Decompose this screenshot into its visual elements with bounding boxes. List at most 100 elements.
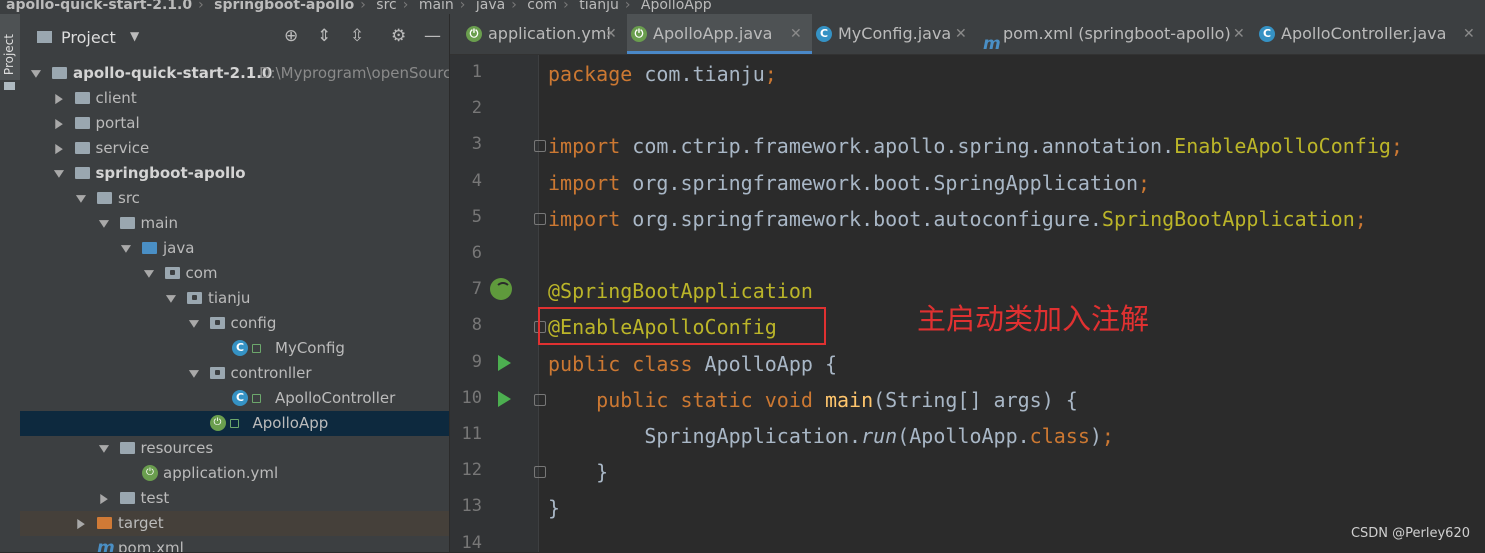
chevron-right-icon[interactable]: ▶ <box>98 484 109 514</box>
chevron-down-icon[interactable]: ▼ <box>119 237 133 260</box>
close-icon[interactable]: ✕ <box>955 14 967 54</box>
tree-item[interactable]: ▼ main <box>20 211 449 236</box>
project-tool-window-tab[interactable]: Project <box>0 14 20 80</box>
close-icon[interactable]: ✕ <box>1233 14 1245 54</box>
tree-item-label: apollo-quick-start-2.1.0 <box>73 64 273 82</box>
fold-marker-icon[interactable] <box>534 212 546 225</box>
close-icon[interactable]: ✕ <box>605 14 617 54</box>
tree-item[interactable]: ▼ tianju <box>20 286 449 311</box>
breadcrumb-item[interactable]: java <box>476 0 505 12</box>
collapse-all-icon[interactable]: ⇳ <box>350 26 364 46</box>
tree-item[interactable]: ▼ com <box>20 261 449 286</box>
tree-item[interactable]: ▶ service <box>20 136 449 161</box>
lock-icon <box>252 344 261 353</box>
chevron-down-icon[interactable]: ▼ <box>186 362 200 385</box>
line-number: 4 <box>471 170 482 191</box>
breadcrumb-item[interactable]: apollo-quick-start-2.1.0 <box>6 0 192 12</box>
editor-tab[interactable]: C ApolloController.java ✕ <box>1255 14 1485 54</box>
tab-label: application.yml <box>488 24 611 43</box>
code-line: package com.tianju; <box>548 56 777 92</box>
folder-icon <box>74 142 90 154</box>
expand-all-icon[interactable]: ⇕ <box>317 26 331 46</box>
tree-item-label: springboot-apollo <box>95 164 246 182</box>
chevron-down-icon[interactable]: ▼ <box>164 287 178 310</box>
project-view-selector[interactable]: Project <box>61 28 116 47</box>
run-icon[interactable] <box>498 354 511 371</box>
tree-item[interactable]: C ApolloController <box>20 386 449 411</box>
navigation-breadcrumb: apollo-quick-start-2.1.0 › springboot-apo… <box>0 0 1485 14</box>
tree-item-label: MyConfig <box>275 339 345 357</box>
tree-item-label: main <box>140 214 178 232</box>
code-line: } <box>548 490 560 526</box>
tree-item[interactable]: ▼ apollo-quick-start-2.1.0 D:\Myprogram\op… <box>20 61 449 86</box>
tree-item-label: pom.xml <box>118 539 184 552</box>
chevron-down-icon[interactable]: ▼ <box>51 162 65 185</box>
chevron-down-icon[interactable]: ▼ <box>130 29 139 43</box>
tree-item[interactable]: ▼ resources <box>20 436 449 461</box>
line-number: 14 <box>461 532 482 553</box>
chevron-right-icon[interactable]: ▶ <box>53 134 64 164</box>
code-token: com.tianju <box>644 62 765 86</box>
line-number: 13 <box>461 496 482 517</box>
fold-marker-icon[interactable] <box>534 466 546 479</box>
breadcrumb-item[interactable]: tianju <box>579 0 619 12</box>
breadcrumb-item[interactable]: ApolloApp <box>641 0 712 12</box>
tree-item[interactable]: ▼ springboot-apollo <box>20 161 449 186</box>
code-token: SpringApplication. <box>548 424 862 448</box>
tree-item-label: com <box>185 264 218 282</box>
chevron-down-icon[interactable]: ▼ <box>74 187 88 210</box>
hide-panel-icon[interactable]: — <box>424 26 441 46</box>
breadcrumb-item[interactable]: main <box>419 0 454 12</box>
tree-item[interactable]: ▶ portal <box>20 111 449 136</box>
maven-icon: m <box>97 538 115 552</box>
editor-tab[interactable]: ⏻ ApolloApp.java ✕ <box>627 14 812 54</box>
fold-marker-icon[interactable] <box>534 393 546 406</box>
code-line: @SpringBootApplication <box>548 273 813 309</box>
gear-icon[interactable]: ⚙ <box>391 26 406 46</box>
chevron-down-icon[interactable]: ▼ <box>96 437 110 460</box>
tree-item[interactable]: m pom.xml <box>20 536 449 552</box>
package-icon <box>209 317 225 329</box>
code-line: public static void main(String[] args) { <box>548 382 1078 418</box>
close-icon[interactable]: ✕ <box>790 14 802 54</box>
code-token: org.springframework.boot.autoconfigure. <box>632 206 1102 231</box>
tree-item[interactable]: C MyConfig <box>20 336 449 361</box>
tree-item[interactable]: ▶ client <box>20 86 449 111</box>
editor-tab[interactable]: C MyConfig.java ✕ <box>812 14 977 54</box>
close-icon[interactable]: ✕ <box>1463 14 1475 54</box>
tree-item[interactable]: ▼ java <box>20 236 449 261</box>
chevron-right-icon[interactable]: ▶ <box>76 509 87 539</box>
run-icon[interactable] <box>498 390 511 407</box>
spring-bean-icon[interactable] <box>490 278 512 301</box>
editor-tab[interactable]: ⏻ application.yml ✕ <box>462 14 627 54</box>
tree-item-path: D:\Myprogram\openSourc <box>259 64 449 82</box>
tree-item-label: client <box>95 89 137 107</box>
chevron-down-icon[interactable]: ▼ <box>29 62 43 85</box>
chevron-down-icon[interactable]: ▼ <box>186 312 200 335</box>
code-token: ; <box>1101 424 1114 448</box>
code-token: public class <box>548 351 705 376</box>
tree-item[interactable]: ⏻ application.yml <box>20 461 449 486</box>
breadcrumb-item[interactable]: com <box>527 0 557 12</box>
chevron-down-icon[interactable]: ▼ <box>96 212 110 235</box>
line-number: 1 <box>471 62 482 82</box>
tree-item[interactable]: ▶ test <box>20 486 449 511</box>
tree-item[interactable]: ▼ contronller <box>20 361 449 386</box>
tree-item[interactable]: ⏻ ApolloApp <box>20 411 449 436</box>
line-number: 8 <box>471 315 482 336</box>
tree-item[interactable]: ▼ config <box>20 311 449 336</box>
watermark: CSDN @Perley620 <box>1350 526 1470 541</box>
chevron-down-icon[interactable]: ▼ <box>141 262 155 285</box>
breadcrumb-item[interactable]: src <box>376 0 396 12</box>
folder-icon[interactable] <box>4 82 15 90</box>
tree-item[interactable]: ▼ src <box>20 186 449 211</box>
class-icon: C <box>816 26 832 42</box>
locate-icon[interactable]: ⊕ <box>284 26 298 46</box>
fold-marker-icon[interactable] <box>534 140 546 153</box>
breadcrumb-item[interactable]: springboot-apollo <box>214 0 354 12</box>
excluded-folder-icon <box>97 517 112 529</box>
editor-tab[interactable]: m pom.xml (springboot-apollo) ✕ <box>977 14 1255 54</box>
tree-item[interactable]: ▶ target <box>20 511 449 536</box>
yaml-spring-icon: ⏻ <box>466 26 482 42</box>
code-token: (ApolloApp. <box>897 424 1030 448</box>
